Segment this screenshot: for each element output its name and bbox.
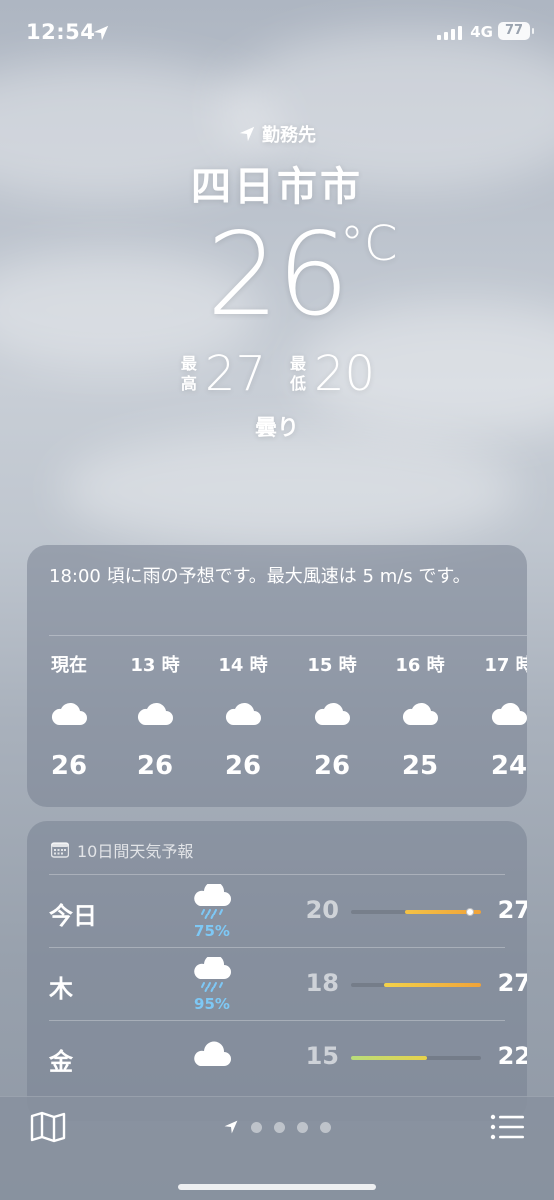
day-label: 金 bbox=[49, 1048, 73, 1076]
high-label: 最高 bbox=[180, 354, 197, 393]
temp-range-fill bbox=[351, 1056, 427, 1060]
divider bbox=[49, 1020, 505, 1021]
page-dot[interactable] bbox=[274, 1121, 285, 1133]
location-arrow-icon bbox=[93, 25, 109, 41]
location-arrow-icon[interactable] bbox=[223, 1119, 239, 1135]
cellular-signal-icon bbox=[437, 26, 462, 40]
page-dot[interactable] bbox=[251, 1121, 262, 1133]
calendar-icon bbox=[51, 842, 69, 858]
hourly-list[interactable]: 現在 26 13 時 26 14 時 26 15 時 26 16 時 25 17… bbox=[27, 651, 527, 801]
high-low: 最高 27 最低 20 bbox=[0, 346, 554, 402]
hour-temp: 26 bbox=[50, 751, 88, 781]
precip-chance: 75% bbox=[194, 922, 230, 940]
hourly-forecast-panel[interactable]: 18:00 頃に雨の予想です。最大風速は 5 m/s です。 現在 26 13 … bbox=[27, 545, 527, 807]
location-arrow-icon bbox=[239, 126, 255, 142]
temp-range-bar bbox=[351, 983, 481, 987]
hour-temp: 26 bbox=[313, 751, 351, 781]
current-temperature: 26 bbox=[206, 208, 349, 341]
daily-forecast-panel[interactable]: 10日間天気予報 今日 75% 20 27 木 95% 18 27 金 15 2… bbox=[27, 821, 527, 1121]
day-row[interactable]: 金 15 22 bbox=[49, 1020, 527, 1094]
day-label: 今日 bbox=[49, 902, 97, 930]
divider bbox=[49, 874, 505, 875]
temperature-unit: °C bbox=[340, 216, 398, 272]
hour-temp: 26 bbox=[224, 751, 262, 781]
condition-text: 曇り bbox=[254, 416, 299, 441]
location-label: 勤務先 bbox=[262, 125, 316, 146]
cloud-rain-icon bbox=[194, 957, 231, 992]
cloud-icon bbox=[314, 702, 350, 725]
current-weather: 勤務先 四日市市 26 °C 最高 27 最低 20 曇り bbox=[0, 120, 554, 442]
status-bar: 12:54 4G 77 bbox=[0, 0, 554, 66]
home-indicator bbox=[178, 1184, 376, 1190]
hour-label: 17 時 bbox=[484, 655, 527, 676]
cloud-icon bbox=[402, 702, 438, 725]
precip-chance: 95% bbox=[194, 995, 230, 1013]
list-icon[interactable] bbox=[490, 1111, 524, 1143]
divider bbox=[49, 635, 527, 636]
hour-label: 16 時 bbox=[395, 655, 445, 676]
hour-temp: 24 bbox=[490, 751, 527, 781]
day-low: 15 bbox=[305, 1042, 339, 1070]
cloud-icon bbox=[137, 702, 173, 725]
battery-icon: 77 bbox=[498, 22, 534, 40]
network-type: 4G bbox=[470, 23, 493, 41]
daily-header: 10日間天気予報 bbox=[51, 838, 193, 862]
day-row[interactable]: 木 95% 18 27 bbox=[49, 947, 527, 1021]
hour-label: 現在 bbox=[51, 655, 87, 676]
low-temperature: 20 bbox=[314, 346, 376, 402]
location-row: 勤務先 bbox=[0, 120, 554, 148]
hour-item: 17 時 24 bbox=[464, 651, 527, 781]
cloud-icon bbox=[225, 702, 261, 725]
daily-header-label: 10日間天気予報 bbox=[77, 842, 194, 861]
bottom-toolbar bbox=[0, 1096, 554, 1200]
temp-range-bar bbox=[351, 908, 481, 916]
hour-label: 14 時 bbox=[218, 655, 268, 676]
day-high: 22 bbox=[497, 1042, 527, 1070]
cloud-icon bbox=[491, 702, 527, 725]
hour-label: 15 時 bbox=[307, 655, 357, 676]
temp-range-bar bbox=[351, 1056, 481, 1060]
hour-label: 13 時 bbox=[130, 655, 180, 676]
day-high: 27 bbox=[497, 969, 527, 997]
cloud-icon bbox=[51, 702, 87, 725]
status-time: 12:54 bbox=[26, 20, 96, 44]
current-temp-dot bbox=[466, 908, 475, 916]
forecast-summary: 18:00 頃に雨の予想です。最大風速は 5 m/s です。 bbox=[49, 566, 471, 587]
high-temperature: 27 bbox=[204, 346, 266, 402]
low-label: 最低 bbox=[289, 354, 306, 393]
hour-item: 16 時 25 bbox=[375, 651, 465, 781]
hour-temp: 25 bbox=[401, 751, 439, 781]
cloud-rain-icon bbox=[194, 884, 231, 919]
day-label: 木 bbox=[49, 975, 73, 1003]
page-dot[interactable] bbox=[320, 1121, 331, 1133]
city-name: 四日市市 bbox=[191, 164, 363, 210]
hour-item: 15 時 26 bbox=[287, 651, 377, 781]
temp-range-fill bbox=[383, 983, 481, 987]
page-indicator[interactable] bbox=[0, 1119, 554, 1135]
divider bbox=[49, 947, 505, 948]
hour-item: 14 時 26 bbox=[198, 651, 288, 781]
hour-temp: 26 bbox=[136, 751, 174, 781]
day-high: 27 bbox=[497, 896, 527, 924]
hour-item: 13 時 26 bbox=[110, 651, 200, 781]
day-low: 20 bbox=[305, 896, 339, 924]
cloud-icon bbox=[194, 1041, 231, 1066]
day-row[interactable]: 今日 75% 20 27 bbox=[49, 874, 527, 948]
page-dot[interactable] bbox=[297, 1121, 308, 1133]
hour-item: 現在 26 bbox=[27, 651, 114, 781]
day-low: 18 bbox=[305, 969, 339, 997]
